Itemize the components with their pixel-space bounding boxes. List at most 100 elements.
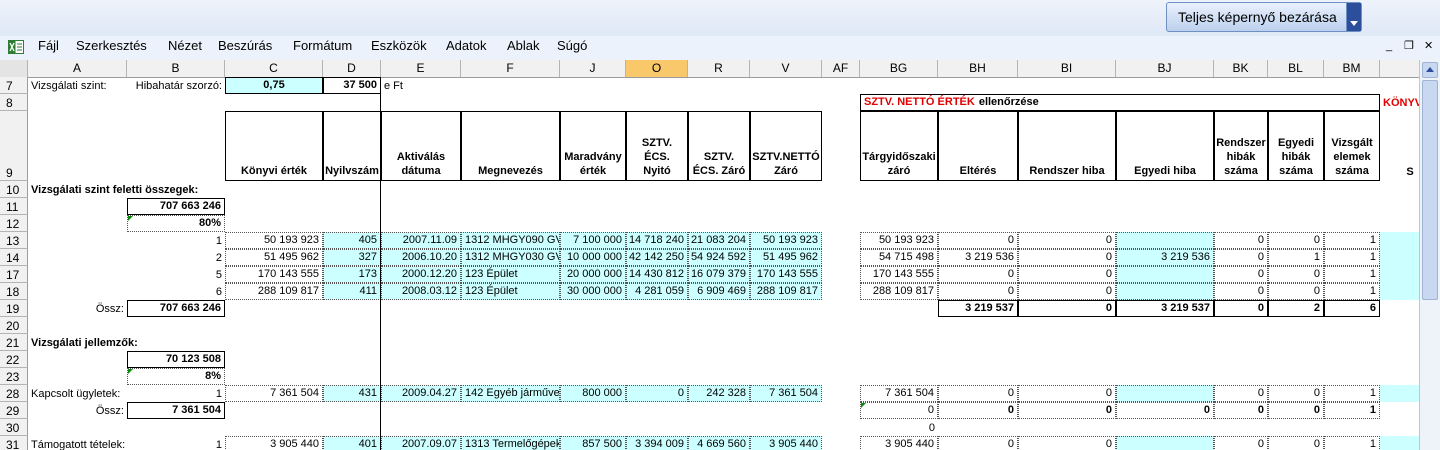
header-bk[interactable]: Rendszer hibák száma (1214, 111, 1268, 181)
close-icon[interactable]: ✕ (1424, 39, 1433, 53)
cell-e7[interactable]: e Ft (381, 77, 461, 94)
cell-f31[interactable]: 1313 Termelőgépek (461, 436, 560, 450)
cell-a21[interactable]: Vizsgálati jellemzők: (28, 334, 225, 351)
column-header-a[interactable]: A (28, 60, 127, 77)
column-header-b[interactable]: B (127, 60, 225, 77)
cell-bh31[interactable]: 0 (938, 436, 1018, 450)
multiplier-input[interactable]: 0,75 (225, 77, 323, 94)
header-e[interactable]: Aktiválás dátuma (381, 111, 461, 181)
cell-d31[interactable]: 401 (323, 436, 381, 450)
cell-c14[interactable]: 51 495 962 (225, 249, 323, 266)
cell-o17[interactable]: 14 430 812 (626, 266, 688, 283)
column-header-bl[interactable]: BL (1268, 60, 1324, 77)
cell-bi13[interactable]: 0 (1018, 232, 1116, 249)
column-header-c[interactable]: C (225, 60, 323, 77)
total29-bl[interactable]: 0 (1268, 402, 1324, 419)
column-header-e[interactable]: E (381, 60, 461, 77)
cell-o18[interactable]: 4 281 059 (626, 283, 688, 300)
scroll-thumb[interactable] (1422, 80, 1438, 300)
cell-b14[interactable]: 2 (127, 249, 225, 266)
cell-bg14[interactable]: 54 715 498 (860, 249, 938, 266)
cell-bk13[interactable]: 0 (1214, 232, 1268, 249)
cell-bg30[interactable]: 0 (860, 419, 938, 436)
total29-bm[interactable]: 1 (1324, 402, 1380, 419)
cell-e28[interactable]: 2009.04.27 (381, 385, 461, 402)
header-o[interactable]: SZTV. ÉCS. Nyitó (626, 111, 688, 181)
cell-f13[interactable]: 1312 MHGY090 GV (461, 232, 560, 249)
cell-bi17[interactable]: 0 (1018, 266, 1116, 283)
cell-bh17[interactable]: 0 (938, 266, 1018, 283)
cell-e18[interactable]: 2008.03.12 (381, 283, 461, 300)
threshold-value[interactable]: 37 500 (323, 77, 381, 94)
cell-r28[interactable]: 242 328 (688, 385, 750, 402)
cell-bg28[interactable]: 7 361 504 (860, 385, 938, 402)
cell-bk28[interactable]: 0 (1214, 385, 1268, 402)
cell-a31[interactable]: Támogatott tételek: (28, 436, 127, 450)
cell-b28[interactable]: 1 (127, 385, 225, 402)
cell-bj13[interactable] (1116, 232, 1214, 249)
cell-r18[interactable]: 6 909 469 (688, 283, 750, 300)
cell-bh28[interactable]: 0 (938, 385, 1018, 402)
cell-b22[interactable]: 70 123 508 (127, 351, 225, 368)
total19-bh[interactable]: 3 219 537 (938, 300, 1018, 317)
cell-f18[interactable]: 123 Épület (461, 283, 560, 300)
cell-o28[interactable]: 0 (626, 385, 688, 402)
header-bl[interactable]: Egyedi hibák száma (1268, 111, 1324, 181)
vertical-scrollbar[interactable] (1419, 60, 1440, 450)
cell-bk14[interactable]: 0 (1214, 249, 1268, 266)
cell-v28[interactable]: 7 361 504 (750, 385, 822, 402)
total19-bi[interactable]: 0 (1018, 300, 1116, 317)
cell-e14[interactable]: 2006.10.20 (381, 249, 461, 266)
cell-bm14[interactable]: 1 (1324, 249, 1380, 266)
cell-r13[interactable]: 21 083 204 (688, 232, 750, 249)
cell-bl31[interactable]: 0 (1268, 436, 1324, 450)
cell-bj28[interactable] (1116, 385, 1214, 402)
cell-b29[interactable]: 7 361 504 (127, 402, 225, 419)
cell-a10[interactable]: Vizsgálati szint feletti összegek: (28, 181, 323, 198)
cell-b18[interactable]: 6 (127, 283, 225, 300)
cell-j28[interactable]: 800 000 (560, 385, 626, 402)
cell-bm28[interactable]: 1 (1324, 385, 1380, 402)
cell-bl28[interactable]: 0 (1268, 385, 1324, 402)
cell-c28[interactable]: 7 361 504 (225, 385, 323, 402)
cell-v18[interactable]: 288 109 817 (750, 283, 822, 300)
column-header-bh[interactable]: BH (938, 60, 1018, 77)
cell-a28[interactable]: Kapcsolt ügyletek: (28, 385, 127, 402)
cell-bk17[interactable]: 0 (1214, 266, 1268, 283)
column-header-j[interactable]: J (560, 60, 626, 77)
menu-data[interactable]: Adatok (446, 38, 486, 53)
menu-format[interactable]: Formátum (293, 38, 352, 53)
cell-bi31[interactable]: 0 (1018, 436, 1116, 450)
cell-j18[interactable]: 30 000 000 (560, 283, 626, 300)
column-header-d[interactable]: D (323, 60, 381, 77)
cell-r31[interactable]: 4 669 560 (688, 436, 750, 450)
cell-bm17[interactable]: 1 (1324, 266, 1380, 283)
header-d[interactable]: Nyilvszám (323, 111, 381, 181)
cell-bj14[interactable]: 3 219 536 (1116, 249, 1214, 266)
cell-a7[interactable]: Vizsgálati szint: (28, 77, 127, 94)
cell-bh14[interactable]: 3 219 536 (938, 249, 1018, 266)
cell-bk18[interactable]: 0 (1214, 283, 1268, 300)
menu-view[interactable]: Nézet (168, 38, 202, 53)
cell-b13[interactable]: 1 (127, 232, 225, 249)
cell-d13[interactable]: 405 (323, 232, 381, 249)
cell-bl13[interactable]: 0 (1268, 232, 1324, 249)
column-header-bm[interactable]: BM (1324, 60, 1380, 77)
worksheet-grid[interactable]: Vizsgálati szint: Hibahatár szorzó: 0,75 37… (0, 77, 1440, 450)
cell-v13[interactable]: 50 193 923 (750, 232, 822, 249)
cell-bm31[interactable]: 1 (1324, 436, 1380, 450)
cell-r17[interactable]: 16 079 379 (688, 266, 750, 283)
column-header-o[interactable]: O (626, 60, 688, 77)
header-r[interactable]: SZTV. ÉCS. Záró (688, 111, 750, 181)
menu-tools[interactable]: Eszközök (371, 38, 427, 53)
cell-bg31[interactable]: 3 905 440 (860, 436, 938, 450)
header-bh[interactable]: Eltérés (938, 111, 1018, 181)
cell-c31[interactable]: 3 905 440 (225, 436, 323, 450)
cell-d17[interactable]: 173 (323, 266, 381, 283)
cell-v14[interactable]: 51 495 962 (750, 249, 822, 266)
column-header-bg[interactable]: BG (860, 60, 938, 77)
cell-r14[interactable]: 54 924 592 (688, 249, 750, 266)
restore-icon[interactable]: ❐ (1404, 39, 1414, 53)
header-bg[interactable]: Tárgyidőszaki záró (860, 111, 938, 181)
cell-j31[interactable]: 857 500 (560, 436, 626, 450)
